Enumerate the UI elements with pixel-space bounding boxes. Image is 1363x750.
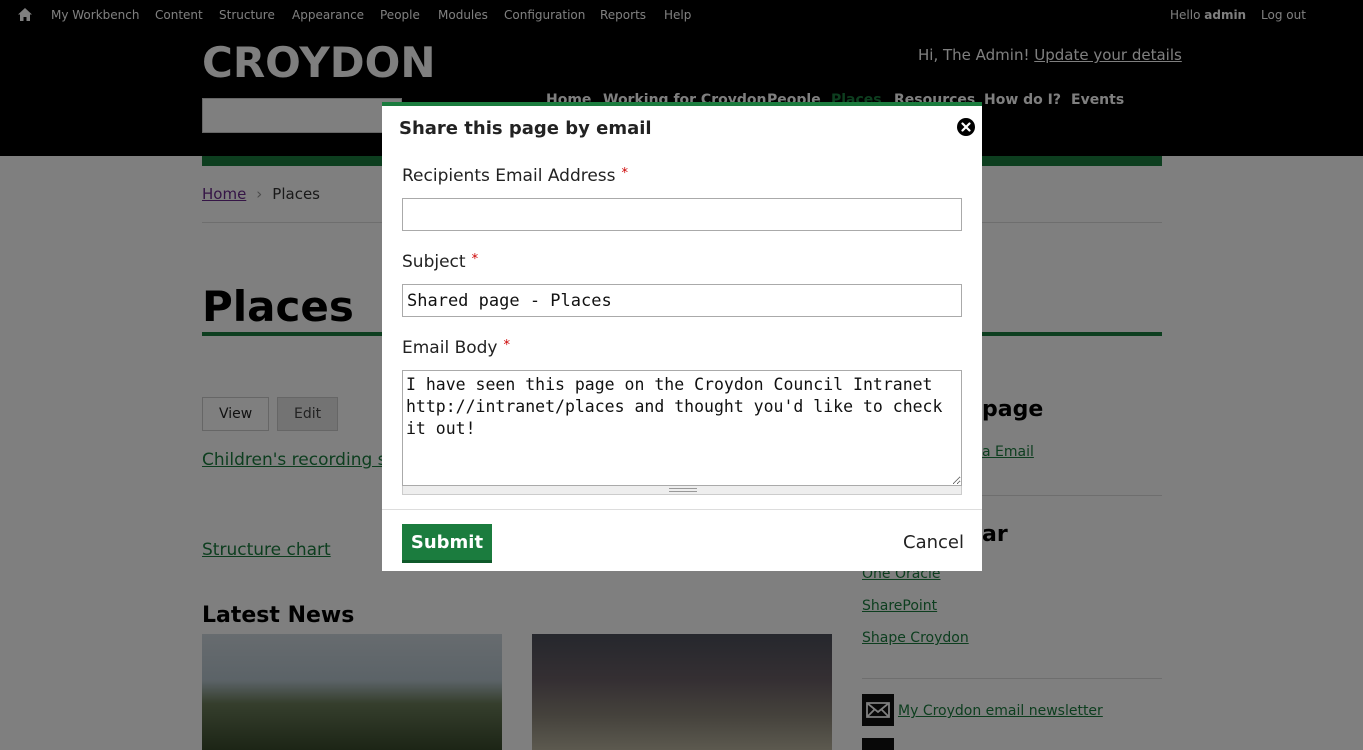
email-body-label-text: Email Body: [402, 338, 498, 358]
subject-label: Subject *: [402, 252, 478, 272]
email-body-label: Email Body *: [402, 338, 510, 358]
required-marker: *: [503, 338, 510, 353]
required-marker: *: [621, 166, 629, 181]
required-marker: *: [471, 252, 479, 267]
subject-field[interactable]: [402, 284, 962, 317]
grip-lines-icon: [669, 488, 697, 492]
submit-button[interactable]: Submit: [402, 524, 492, 563]
share-email-dialog: Share this page by email Recipients Emai…: [382, 102, 982, 571]
cancel-button[interactable]: Cancel: [903, 532, 964, 553]
recipients-email-field[interactable]: [402, 198, 962, 231]
textarea-resize-grip[interactable]: [402, 486, 962, 495]
subject-label-text: Subject: [402, 252, 466, 272]
recipients-label-text: Recipients Email Address: [402, 166, 616, 186]
close-icon[interactable]: [957, 118, 975, 136]
recipients-label: Recipients Email Address *: [402, 166, 628, 186]
email-body-field[interactable]: I have seen this page on the Croydon Cou…: [402, 370, 962, 486]
dialog-title: Share this page by email: [399, 118, 652, 139]
dialog-footer-divider: [382, 509, 982, 510]
